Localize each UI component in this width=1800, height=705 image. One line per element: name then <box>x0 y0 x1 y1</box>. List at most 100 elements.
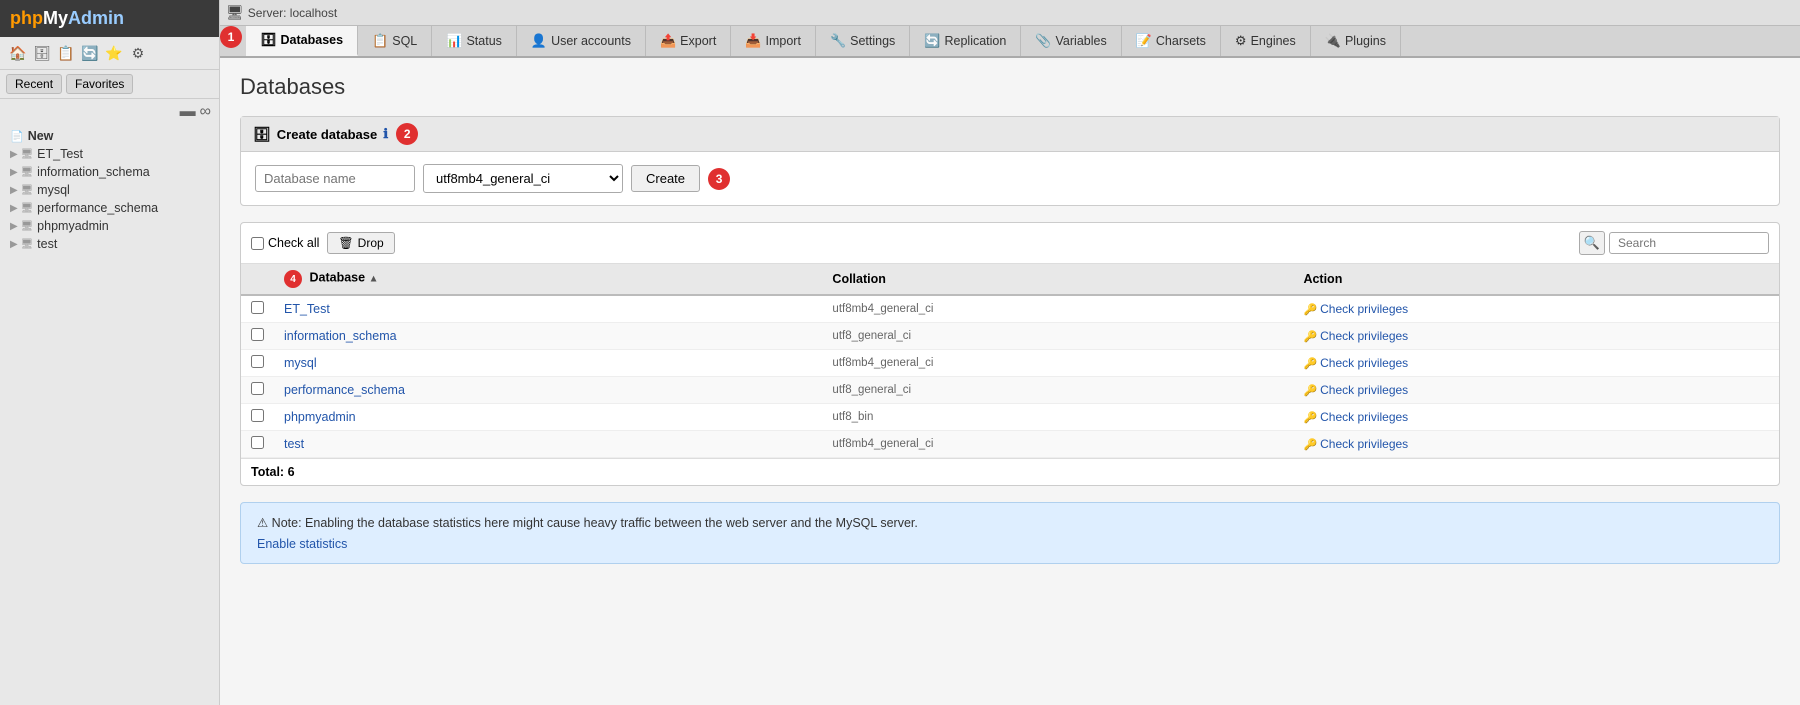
expand-icon[interactable]: ∞ <box>200 103 211 121</box>
create-db-body: utf8mb4_general_ci Create 3 <box>241 152 1779 205</box>
row-collation: utf8mb4_general_ci <box>822 431 1293 458</box>
logo: phpMyAdmin <box>0 0 219 37</box>
favorites-button[interactable]: Favorites <box>66 74 133 94</box>
row-action: 🔑 Check privileges <box>1293 431 1779 458</box>
row-checkbox[interactable] <box>251 328 264 341</box>
check-privileges-link[interactable]: 🔑 Check privileges <box>1303 356 1408 370</box>
help-icon[interactable]: ℹ <box>383 126 388 142</box>
db-name-link[interactable]: phpmyadmin <box>284 410 356 424</box>
databases-icon: 🗄 <box>260 32 277 48</box>
home-icon[interactable]: 🏠 <box>8 43 28 63</box>
db-name-link[interactable]: mysql <box>284 356 317 370</box>
collapse-icon[interactable]: ▬ <box>180 103 196 121</box>
new-item-icon: 📄 <box>10 130 24 143</box>
sidebar-item-phpmyadmin[interactable]: ▶ 🖥 phpmyadmin <box>0 217 219 235</box>
note-box: ⚠ Note: Enabling the database statistics… <box>240 502 1780 564</box>
tab-plugins[interactable]: 🔌 Plugins <box>1311 26 1401 56</box>
database-name-input[interactable] <box>255 165 415 192</box>
table-row: test utf8mb4_general_ci 🔑 Check privileg… <box>241 431 1779 458</box>
sidebar-item-performance-schema-label: performance_schema <box>37 201 158 215</box>
row-action: 🔑 Check privileges <box>1293 323 1779 350</box>
check-priv-icon: 🔑 <box>1303 303 1317 316</box>
sidebar-item-test-label: test <box>37 237 57 251</box>
check-priv-label: Check privileges <box>1320 356 1408 370</box>
check-priv-icon: 🔑 <box>1303 411 1317 424</box>
row-checkbox[interactable] <box>251 355 264 368</box>
user-accounts-icon: 👤 <box>531 33 547 49</box>
check-priv-icon: 🔑 <box>1303 357 1317 370</box>
tab-export[interactable]: 📤 Export <box>646 26 731 56</box>
tab-export-label: Export <box>680 34 716 48</box>
db-name-link[interactable]: information_schema <box>284 329 397 343</box>
row-db-name: performance_schema <box>274 377 822 404</box>
check-privileges-link[interactable]: 🔑 Check privileges <box>1303 410 1408 424</box>
search-input[interactable] <box>1609 232 1769 254</box>
collation-col-header[interactable]: Collation <box>822 264 1293 295</box>
tab-import[interactable]: 📥 Import <box>731 26 816 56</box>
sidebar-item-information-schema[interactable]: ▶ 🖥 information_schema <box>0 163 219 181</box>
recent-button[interactable]: Recent <box>6 74 62 94</box>
sidebar-item-test[interactable]: ▶ 🖥 test <box>0 235 219 253</box>
row-db-name: ET_Test <box>274 295 822 323</box>
db-name-link[interactable]: test <box>284 437 304 451</box>
db-expand-icon2: ▶ 🖥 <box>10 167 33 178</box>
tab-databases[interactable]: 🗄 Databases <box>246 26 358 56</box>
check-privileges-link[interactable]: 🔑 Check privileges <box>1303 437 1408 451</box>
tab-replication[interactable]: 🔄 Replication <box>910 26 1021 56</box>
sidebar-item-mysql[interactable]: ▶ 🖥 mysql <box>0 181 219 199</box>
row-checkbox[interactable] <box>251 409 264 422</box>
row-action: 🔑 Check privileges <box>1293 377 1779 404</box>
check-privileges-link[interactable]: 🔑 Check privileges <box>1303 302 1408 316</box>
refresh-icon[interactable]: 🔄 <box>80 43 100 63</box>
table-row: ET_Test utf8mb4_general_ci 🔑 Check privi… <box>241 295 1779 323</box>
check-priv-label: Check privileges <box>1320 329 1408 343</box>
row-checkbox-cell <box>241 323 274 350</box>
tab-engines[interactable]: ⚙ Engines <box>1221 26 1311 56</box>
action-col-header: Action <box>1293 264 1779 295</box>
tab-sql[interactable]: 📋 SQL <box>358 26 432 56</box>
settings-icon[interactable]: ⚙ <box>128 43 148 63</box>
tab-user-accounts[interactable]: 👤 User accounts <box>517 26 646 56</box>
tab-replication-label: Replication <box>944 34 1006 48</box>
check-all-checkbox[interactable] <box>251 237 264 250</box>
table-controls: Check all 🗑 Drop 🔍 <box>241 223 1779 264</box>
row-checkbox[interactable] <box>251 436 264 449</box>
select-all-col <box>241 264 274 295</box>
enable-statistics-link[interactable]: Enable statistics <box>257 537 347 551</box>
create-database-button[interactable]: Create <box>631 165 700 192</box>
sidebar-controls: ▬ ∞ <box>0 99 219 125</box>
database-col-label: Database <box>309 271 365 285</box>
db-expand-icon4: ▶ 🖥 <box>10 203 33 214</box>
row-checkbox-cell <box>241 350 274 377</box>
row-checkbox[interactable] <box>251 301 264 314</box>
database-col-header[interactable]: 4 Database ▲ <box>274 264 822 295</box>
star-icon[interactable]: ⭐ <box>104 43 124 63</box>
tab-charsets[interactable]: 📝 Charsets <box>1122 26 1221 56</box>
sql-icon[interactable]: 📋 <box>56 43 76 63</box>
collation-select[interactable]: utf8mb4_general_ci <box>423 164 623 193</box>
topbar-server-label: Server: localhost <box>248 6 337 20</box>
sidebar-item-et-test[interactable]: ▶ 🖥 ET_Test <box>0 145 219 163</box>
search-icon[interactable]: 🔍 <box>1579 231 1605 255</box>
row-collation: utf8_general_ci <box>822 377 1293 404</box>
tab-settings[interactable]: 🔧 Settings <box>816 26 910 56</box>
collation-col-label: Collation <box>832 272 885 286</box>
check-privileges-link[interactable]: 🔑 Check privileges <box>1303 383 1408 397</box>
search-box: 🔍 <box>1579 231 1769 255</box>
drop-icon: 🗑 <box>338 236 353 250</box>
tab-status[interactable]: 📊 Status <box>432 26 517 56</box>
check-priv-icon: 🔑 <box>1303 330 1317 343</box>
drop-button[interactable]: 🗑 Drop <box>327 232 394 254</box>
row-checkbox[interactable] <box>251 382 264 395</box>
check-all-label[interactable]: Check all <box>251 236 319 250</box>
databases-table-section: Check all 🗑 Drop 🔍 <box>240 222 1780 486</box>
sidebar-item-performance-schema[interactable]: ▶ 🖥 performance_schema <box>0 199 219 217</box>
sidebar-item-new[interactable]: 📄 New <box>0 127 219 145</box>
db-name-link[interactable]: performance_schema <box>284 383 405 397</box>
main-area: 🖥 Server: localhost 1 🗄 Databases 📋 SQL … <box>220 0 1800 705</box>
db-name-link[interactable]: ET_Test <box>284 302 330 316</box>
check-privileges-link[interactable]: 🔑 Check privileges <box>1303 329 1408 343</box>
table-row: mysql utf8mb4_general_ci 🔑 Check privile… <box>241 350 1779 377</box>
tab-variables[interactable]: 📎 Variables <box>1021 26 1121 56</box>
database-icon[interactable]: 🗄 <box>32 43 52 63</box>
